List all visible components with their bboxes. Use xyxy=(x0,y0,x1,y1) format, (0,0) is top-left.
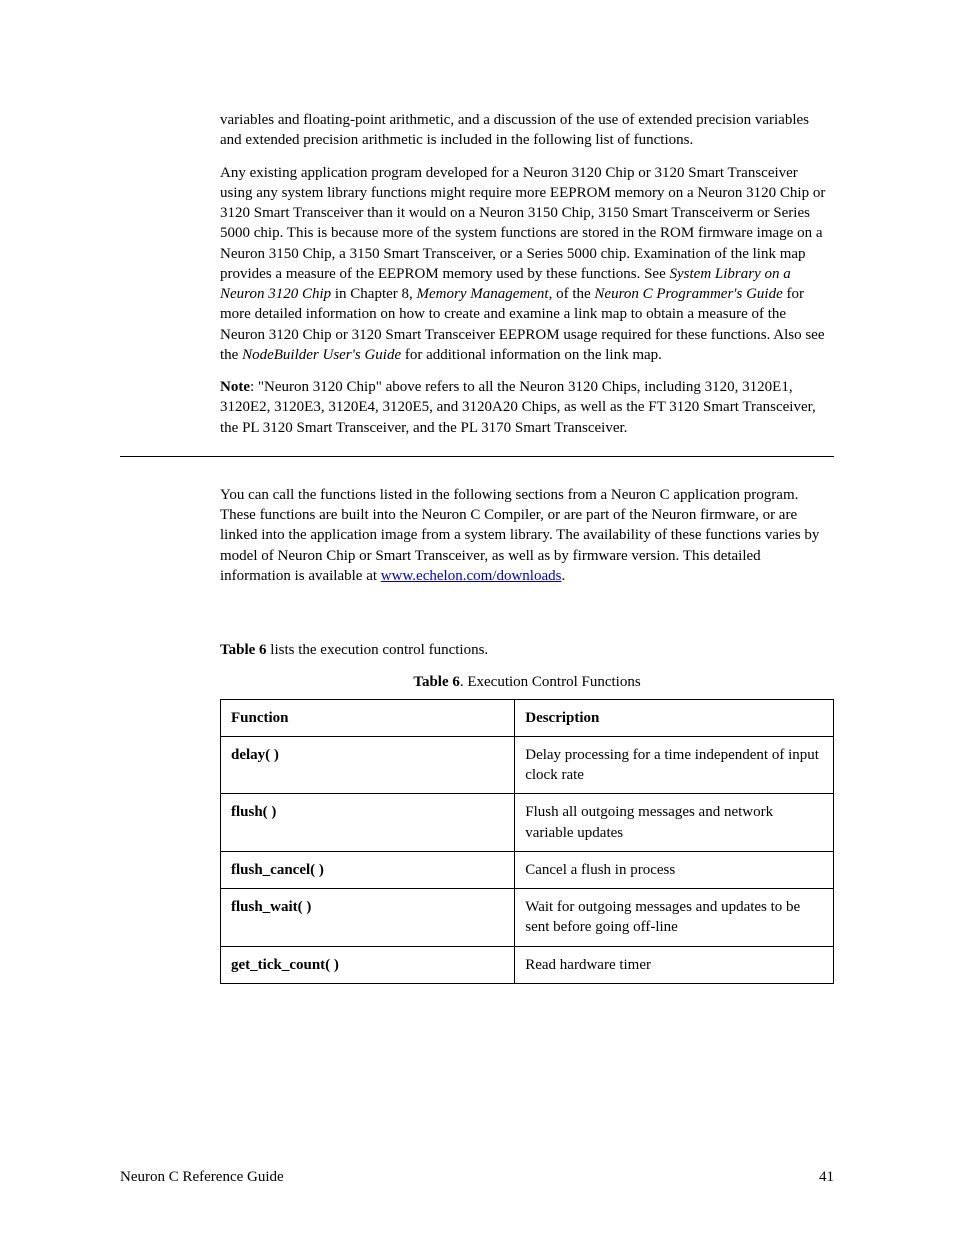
downloads-link[interactable]: www.echelon.com/downloads xyxy=(381,568,562,584)
execution-control-functions-table: Function Description delay( ) Delay proc… xyxy=(220,699,834,984)
table-row: flush_wait( ) Wait for outgoing messages… xyxy=(221,889,834,947)
function-desc-cell: Read hardware timer xyxy=(515,946,834,983)
function-desc-cell: Wait for outgoing messages and updates t… xyxy=(515,889,834,947)
text-run-italic: Memory Management, xyxy=(417,286,553,302)
function-name-cell: flush_wait( ) xyxy=(221,889,515,947)
table-caption: Table 6. Execution Control Functions xyxy=(220,672,834,692)
table-row: delay( ) Delay processing for a time ind… xyxy=(221,736,834,794)
table-caption-number: Table 6 xyxy=(413,674,460,690)
text-run: of the xyxy=(552,286,594,302)
function-name-cell: flush( ) xyxy=(221,794,515,852)
table-row: get_tick_count( ) Read hardware timer xyxy=(221,946,834,983)
function-desc-cell: Cancel a flush in process xyxy=(515,851,834,888)
table-ref: Table 6 xyxy=(220,642,267,658)
column-header-description: Description xyxy=(515,699,834,736)
function-name-cell: get_tick_count( ) xyxy=(221,946,515,983)
table-caption-title: . Execution Control Functions xyxy=(460,674,641,690)
column-header-function: Function xyxy=(221,699,515,736)
table-intro: Table 6 lists the execution control func… xyxy=(220,640,834,660)
table-row: flush_cancel( ) Cancel a flush in proces… xyxy=(221,851,834,888)
text-run: Any existing application program develop… xyxy=(220,165,825,282)
function-desc-cell: Flush all outgoing messages and network … xyxy=(515,794,834,852)
text-run: . xyxy=(561,568,565,584)
section-divider xyxy=(120,456,834,457)
text-run: in Chapter 8, xyxy=(331,286,416,302)
function-desc-cell: Delay processing for a time independent … xyxy=(515,736,834,794)
text-run-italic: NodeBuilder User's Guide xyxy=(242,347,401,363)
page-number: 41 xyxy=(819,1167,834,1187)
paragraph: variables and floating-point arithmetic,… xyxy=(220,110,834,151)
paragraph: Any existing application program develop… xyxy=(220,163,834,366)
note-paragraph: Note: "Neuron 3120 Chip" above refers to… xyxy=(220,377,834,438)
paragraph: You can call the functions listed in the… xyxy=(220,485,834,586)
note-label: Note xyxy=(220,379,250,395)
function-name-cell: delay( ) xyxy=(221,736,515,794)
table-row: flush( ) Flush all outgoing messages and… xyxy=(221,794,834,852)
function-name-cell: flush_cancel( ) xyxy=(221,851,515,888)
table-header-row: Function Description xyxy=(221,699,834,736)
page-footer: Neuron C Reference Guide 41 xyxy=(120,1167,834,1187)
footer-title: Neuron C Reference Guide xyxy=(120,1167,284,1187)
text-run: lists the execution control functions. xyxy=(267,642,489,658)
text-run: for additional information on the link m… xyxy=(401,347,662,363)
text-run-italic: Neuron C Programmer's Guide xyxy=(594,286,782,302)
note-body: : "Neuron 3120 Chip" above refers to all… xyxy=(220,379,816,436)
